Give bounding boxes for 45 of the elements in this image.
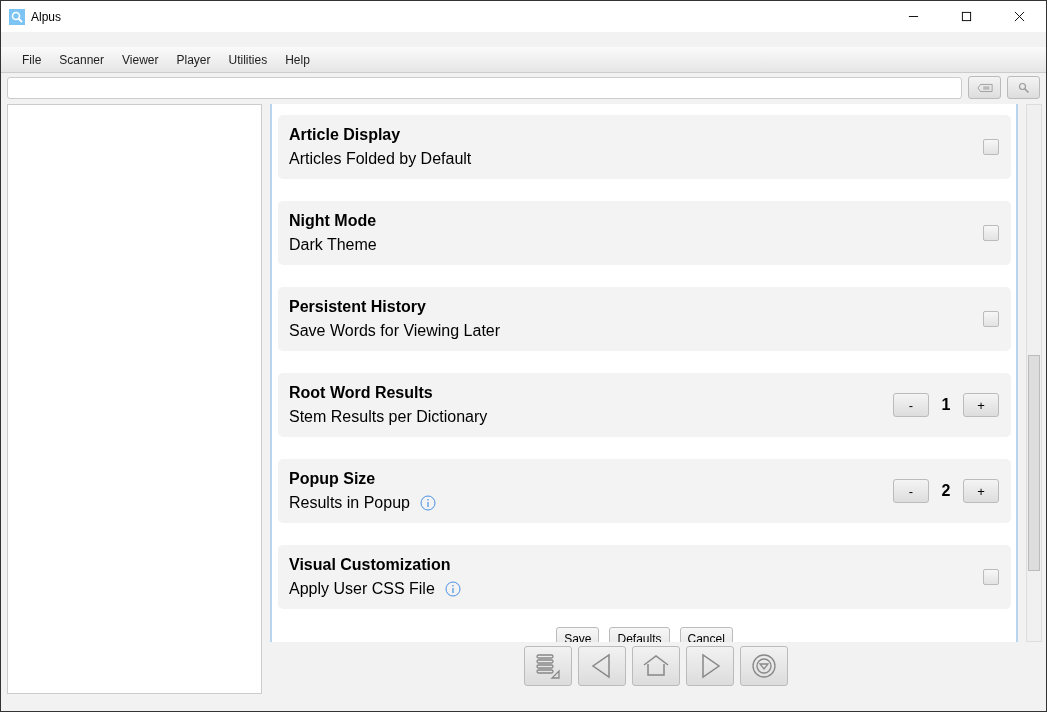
checkbox[interactable] xyxy=(983,311,999,327)
stepper-value: 1 xyxy=(940,396,952,414)
setting-title: Root Word Results xyxy=(289,384,434,402)
app-logo-icon xyxy=(9,8,25,25)
setting-description: Stem Results per Dictionary xyxy=(289,408,488,426)
menu-item[interactable]: Help xyxy=(276,52,319,67)
setting-description: Dark Theme xyxy=(289,236,377,254)
menu-item[interactable]: File xyxy=(13,52,51,67)
list-button[interactable] xyxy=(524,646,572,686)
clear-icon xyxy=(976,81,993,94)
menu-item[interactable]: Utilities xyxy=(219,52,277,67)
setting-description: Articles Folded by Default xyxy=(289,150,472,168)
dropdown-button[interactable] xyxy=(740,646,788,686)
setting-description: Apply User CSS File xyxy=(289,580,435,598)
forward-button[interactable] xyxy=(686,646,734,686)
window-title: Alpus xyxy=(31,9,62,24)
setting-title: Visual Customization xyxy=(289,556,452,574)
stepper-value: 2 xyxy=(940,482,952,500)
decrement-button[interactable]: - xyxy=(893,479,929,503)
increment-button[interactable]: + xyxy=(963,393,999,417)
checkbox[interactable] xyxy=(983,569,999,585)
scrollbar[interactable] xyxy=(1026,104,1042,642)
maximize-icon[interactable] xyxy=(961,11,972,22)
decrement-button[interactable]: - xyxy=(893,393,929,417)
setting-title: Night Mode xyxy=(289,212,378,230)
checkbox[interactable] xyxy=(983,139,999,155)
list-icon xyxy=(533,651,563,681)
menu-item[interactable]: Scanner xyxy=(50,52,114,67)
setting-title: Article Display xyxy=(289,126,402,144)
setting-title: Popup Size xyxy=(289,470,377,488)
info-icon[interactable] xyxy=(419,495,436,511)
back-button[interactable] xyxy=(578,646,626,686)
info-icon[interactable] xyxy=(444,581,461,597)
setting-description: Save Words for Viewing Later xyxy=(289,322,501,340)
search-button[interactable] xyxy=(1007,76,1040,99)
menu-item[interactable]: Viewer xyxy=(113,52,168,67)
search-field[interactable] xyxy=(7,76,962,99)
setting-title: Persistent History xyxy=(289,298,427,316)
increment-button[interactable]: + xyxy=(963,479,999,503)
close-icon[interactable] xyxy=(1014,11,1025,22)
checkbox[interactable] xyxy=(983,225,999,241)
home-button[interactable] xyxy=(632,646,680,686)
clear-button[interactable] xyxy=(968,76,1001,99)
setting-description: Results in Popup xyxy=(289,494,410,512)
menu-item[interactable]: Player xyxy=(167,52,220,67)
